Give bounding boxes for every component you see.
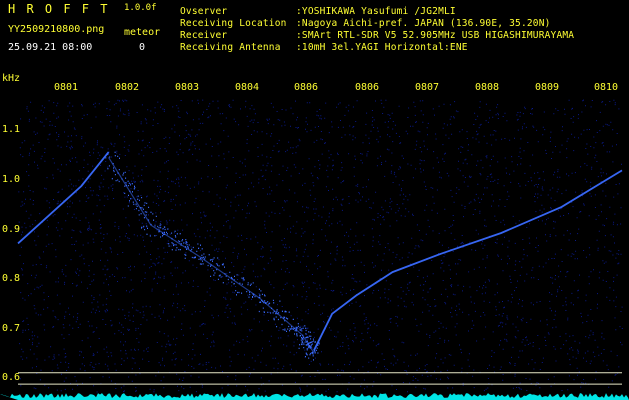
antenna-label: Receiving Antenna — [180, 42, 281, 53]
hrofft-window: H R O F F T 1.0.0f YY2509210800.png mete… — [0, 0, 629, 400]
time-tick: 0804 — [235, 82, 260, 93]
signal-scatter — [105, 151, 320, 361]
freq-tick: 1.1 — [2, 124, 21, 135]
signal-trace — [17, 151, 110, 245]
noise-floor — [0, 393, 629, 400]
app-version: 1.0.0f — [124, 3, 157, 13]
time-tick: 0810 — [594, 82, 619, 93]
receiver-label: Receiver — [180, 30, 228, 41]
spectrogram — [0, 99, 629, 400]
time-tick: 0807 — [415, 82, 440, 93]
signal-trace — [313, 169, 623, 351]
time-tick: 0801 — [54, 82, 79, 93]
capture-datetime: 25.09.21 08:00 — [8, 42, 93, 53]
freq-tick: 0.9 — [2, 224, 21, 235]
time-tick: 0808 — [475, 82, 500, 93]
app-logo: H R O F F T — [8, 2, 110, 16]
location-label: Receiving Location — [180, 18, 287, 29]
receiver-value: :SMArt RTL-SDR V5 52.905MHz USB HIGASHIM… — [296, 30, 575, 41]
freq-tick: 0.6 — [2, 372, 21, 383]
time-tick: 0809 — [535, 82, 560, 93]
observer-label: Ovserver — [180, 6, 228, 17]
freq-tick: 1.0 — [2, 174, 21, 185]
meteor-label: meteor — [124, 27, 161, 38]
noise-speckle — [18, 99, 623, 393]
time-tick: 0806 — [294, 82, 319, 93]
freq-tick: 0.7 — [2, 323, 21, 334]
freq-tick: 0.8 — [2, 273, 21, 284]
location-value: :Nagoya Aichi-pref. JAPAN (136.90E, 35.2… — [296, 18, 551, 29]
time-tick: 0802 — [115, 82, 140, 93]
time-tick: 0803 — [175, 82, 200, 93]
y-axis-unit: kHz — [2, 73, 21, 84]
antenna-value: :10mH 3el.YAGI Horizontal:ENE — [296, 42, 468, 53]
time-tick: 0806 — [355, 82, 380, 93]
observer-value: :YOSHIKAWA Yasufumi /JG2MLI — [296, 6, 456, 17]
meteor-count: 0 — [139, 42, 146, 53]
image-filename: YY2509210800.png — [8, 24, 105, 35]
